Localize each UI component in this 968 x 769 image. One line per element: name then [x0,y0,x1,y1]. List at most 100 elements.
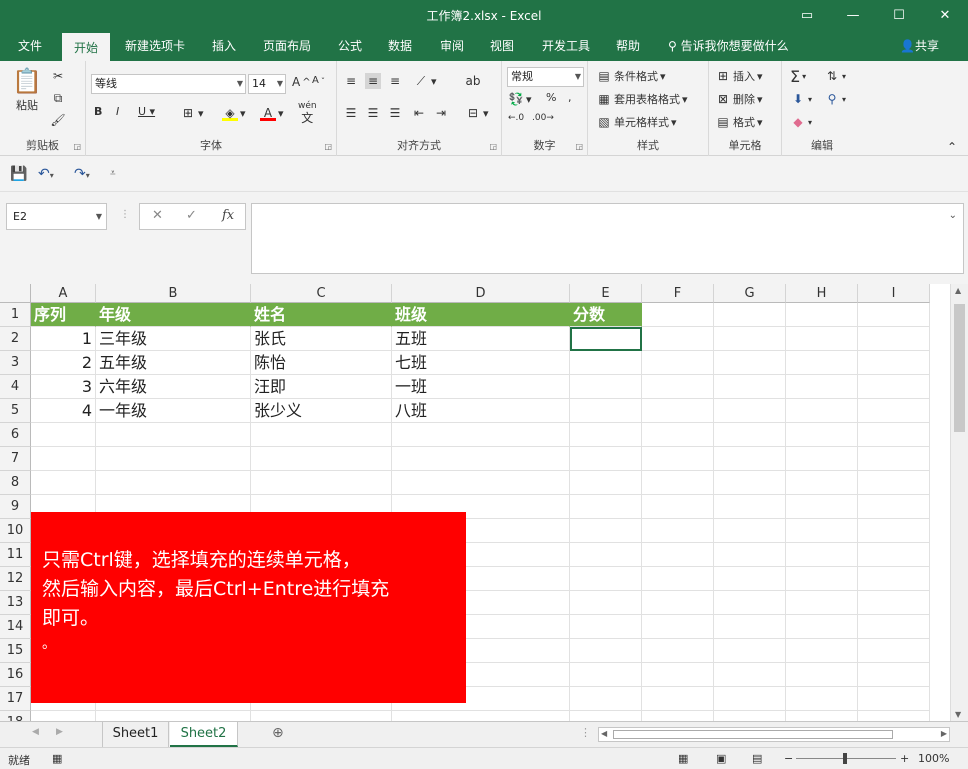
redo-button[interactable]: ↷▾ [74,164,90,184]
cell-g15[interactable] [714,639,786,663]
cell-i7[interactable] [858,447,930,471]
cell-i4[interactable] [858,375,930,399]
cell-f18[interactable] [642,711,714,721]
cell-e1[interactable]: 分数 [570,303,642,327]
cell-i5[interactable] [858,399,930,423]
column-header-g[interactable]: G [714,284,786,303]
cell-h7[interactable] [786,447,858,471]
cell-e7[interactable] [570,447,642,471]
sheet-tab-sheet1[interactable]: Sheet1 [102,722,169,747]
cell-f9[interactable] [642,495,714,519]
cell-h8[interactable] [786,471,858,495]
prev-sheet-icon[interactable]: ◀ [32,727,39,737]
cell-a5[interactable]: 4 [31,399,96,423]
cell-f13[interactable] [642,591,714,615]
cell-h17[interactable] [786,687,858,711]
cell-b4[interactable]: 六年级 [96,375,251,399]
cell-h13[interactable] [786,591,858,615]
column-header-d[interactable]: D [392,284,570,303]
cell-f12[interactable] [642,567,714,591]
cell-b2[interactable]: 三年级 [96,327,251,351]
clear-button[interactable]: ◆ ▾ [790,114,812,130]
cell-c3[interactable]: 陈怡 [251,351,392,375]
format-painter-button[interactable]: 🖌 [50,112,66,128]
launcher-icon[interactable]: ◲ [489,142,497,151]
scroll-right-icon[interactable]: ▶ [941,729,947,738]
cell-d1[interactable]: 班级 [392,303,570,327]
cell-e15[interactable] [570,639,642,663]
column-header-i[interactable]: I [858,284,930,303]
column-header-c[interactable]: C [251,284,392,303]
cell-h2[interactable] [786,327,858,351]
horizontal-scrollbar[interactable]: ◀ ▶ [598,727,950,742]
cell-g4[interactable] [714,375,786,399]
font-size-select[interactable]: 14 ▼ [248,74,286,94]
cell-g14[interactable] [714,615,786,639]
tab-home[interactable]: 开始 [62,31,110,61]
row-header-4[interactable]: 4 [0,375,31,399]
cell-e4[interactable] [570,375,642,399]
tab-page-layout[interactable]: 页面布局 [256,31,318,61]
ribbon-display-icon[interactable]: ▭ [784,0,830,31]
cell-c6[interactable] [251,423,392,447]
cell-h4[interactable] [786,375,858,399]
cell-a6[interactable] [31,423,96,447]
cell-g13[interactable] [714,591,786,615]
cell-g17[interactable] [714,687,786,711]
cell-e2[interactable] [570,327,642,351]
row-header-15[interactable]: 15 [0,639,31,663]
orientation-button[interactable]: ⟋ ▾ [413,73,437,89]
row-header-9[interactable]: 9 [0,495,31,519]
cell-f17[interactable] [642,687,714,711]
launcher-icon[interactable]: ◲ [575,142,583,151]
row-header-7[interactable]: 7 [0,447,31,471]
select-all-button[interactable] [0,284,31,303]
cell-i1[interactable] [858,303,930,327]
cell-g2[interactable] [714,327,786,351]
collapse-ribbon-button[interactable]: ⌃ [944,139,960,155]
cell-c18[interactable] [251,711,392,721]
cell-h14[interactable] [786,615,858,639]
cell-i18[interactable] [858,711,930,721]
insert-cells-button[interactable]: ⊞ 插入 ▾ [715,68,763,84]
row-header-16[interactable]: 16 [0,663,31,687]
cell-c4[interactable]: 汪即 [251,375,392,399]
row-header-1[interactable]: 1 [0,303,31,327]
phonetic-button[interactable]: wén 文 [298,101,317,124]
cell-a2[interactable]: 1 [31,327,96,351]
row-header-18[interactable]: 18 [0,711,31,721]
cell-e10[interactable] [570,519,642,543]
row-header-2[interactable]: 2 [0,327,31,351]
format-as-table-button[interactable]: ▦ 套用表格格式 ▾ [596,91,687,107]
cell-a4[interactable]: 3 [31,375,96,399]
number-format-select[interactable]: 常规 ▼ [507,67,584,87]
row-header-13[interactable]: 13 [0,591,31,615]
cell-h11[interactable] [786,543,858,567]
tab-review[interactable]: 审阅 [430,31,474,61]
zoom-out-icon[interactable]: − [784,752,793,765]
cell-b6[interactable] [96,423,251,447]
cell-h18[interactable] [786,711,858,721]
find-select-button[interactable]: ⚲ ▾ [824,91,846,107]
bold-button[interactable]: B [94,105,102,118]
cell-e5[interactable] [570,399,642,423]
align-center-button[interactable]: ☰ [365,105,381,121]
next-sheet-icon[interactable]: ▶ [56,727,63,737]
scroll-thumb[interactable] [613,730,893,739]
underline-button[interactable]: U ▾ [138,105,155,118]
tab-developer[interactable]: 开发工具 [534,31,598,61]
vertical-scrollbar[interactable]: ▲ ▼ [950,284,968,721]
cell-b8[interactable] [96,471,251,495]
cell-e18[interactable] [570,711,642,721]
cell-f1[interactable] [642,303,714,327]
cell-d2[interactable]: 五班 [392,327,570,351]
cell-e11[interactable] [570,543,642,567]
cell-d3[interactable]: 七班 [392,351,570,375]
maximize-button[interactable]: ☐ [876,0,922,31]
share-button[interactable]: 👤共享 [900,31,939,61]
cell-g6[interactable] [714,423,786,447]
increase-decimal-button[interactable]: ←.0 [508,113,524,123]
cell-f10[interactable] [642,519,714,543]
cell-f2[interactable] [642,327,714,351]
cell-g10[interactable] [714,519,786,543]
